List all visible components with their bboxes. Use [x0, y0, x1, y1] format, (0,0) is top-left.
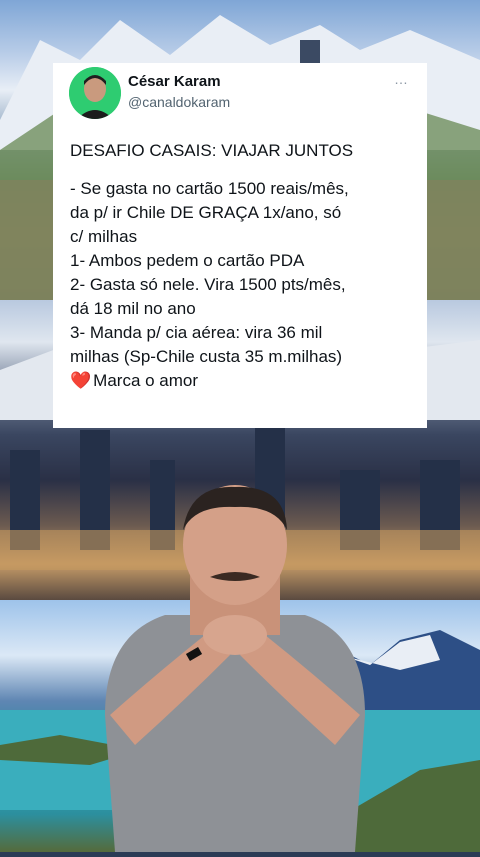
- tweet-title: DESAFIO CASAIS: VIAJAR JUNTOS: [70, 141, 354, 160]
- tweet-card: César Karam @canaldokaram … DESAFIO CASA…: [53, 63, 427, 428]
- more-options-icon[interactable]: …: [394, 71, 409, 87]
- tweet-line: da p/ ir Chile DE GRAÇA 1x/ano, só: [70, 203, 342, 222]
- tweet-line: c/ milhas: [70, 227, 138, 246]
- presenter-video: [95, 485, 375, 852]
- tweet-last-line: ❤️ Marca o amor: [70, 369, 417, 393]
- tweet-line: 2- Gasta só nele. Vira 1500 pts/mês,: [70, 275, 346, 294]
- author-avatar[interactable]: [69, 67, 121, 119]
- tweet-line: - Se gasta no cartão 1500 reais/mês,: [70, 179, 349, 198]
- tweet-line: 1- Ambos pedem o cartão PDA: [70, 251, 305, 270]
- tweet-line: 3- Manda p/ cia aérea: vira 36 mil: [70, 323, 323, 342]
- tweet-line: milhas (Sp-Chile custa 35 m.milhas): [70, 347, 343, 366]
- author-name[interactable]: César Karam: [128, 73, 221, 90]
- tweet-closing-text: Marca o amor: [93, 371, 199, 390]
- heart-icon: ❤️: [70, 371, 92, 390]
- tweet-line: dá 18 mil no ano: [70, 299, 196, 318]
- tweet-text: DESAFIO CASAIS: VIAJAR JUNTOS - Se gasta…: [70, 139, 417, 393]
- author-handle[interactable]: @canaldokaram: [128, 94, 230, 110]
